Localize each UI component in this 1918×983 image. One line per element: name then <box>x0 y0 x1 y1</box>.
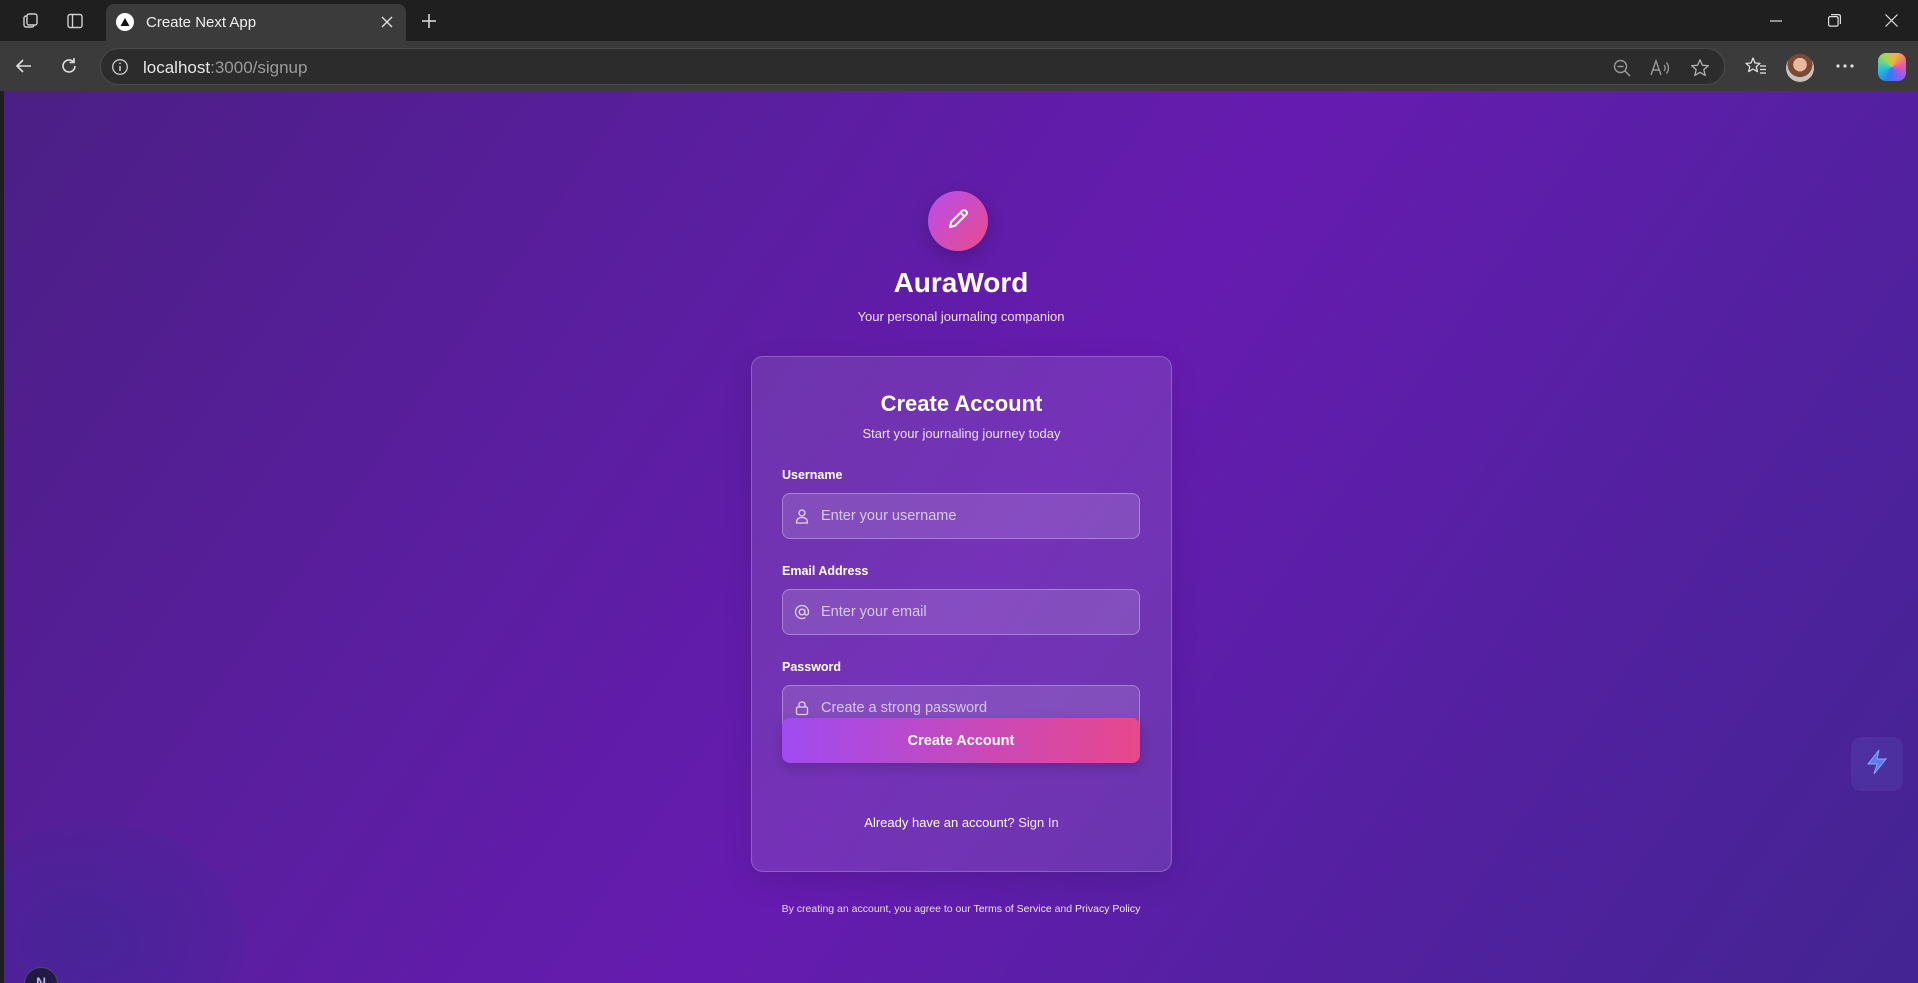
url-text: localhost:3000/signup <box>143 58 307 78</box>
signin-link[interactable]: Sign In <box>1018 815 1058 830</box>
nextjs-dev-badge[interactable]: N <box>24 967 58 983</box>
workspaces-icon[interactable] <box>16 6 46 36</box>
page-viewport: AuraWord Your personal journaling compan… <box>4 91 1918 983</box>
user-icon <box>794 508 810 524</box>
create-account-button[interactable]: Create Account <box>782 718 1140 763</box>
username-label: Username <box>782 468 843 482</box>
back-button[interactable] <box>8 50 40 82</box>
email-label: Email Address <box>782 564 869 578</box>
close-window-button[interactable] <box>1863 0 1918 41</box>
floating-extension-widget[interactable] <box>1851 737 1903 791</box>
username-field[interactable] <box>782 493 1140 539</box>
nextjs-favicon-icon <box>116 13 134 31</box>
favorite-star-icon[interactable] <box>1687 55 1713 81</box>
url-path: :3000/signup <box>210 58 308 77</box>
browser-tab-bar: Create Next App <box>0 0 1918 41</box>
site-info-icon[interactable] <box>111 58 129 76</box>
bolt-icon <box>1862 747 1892 782</box>
tab-create-next-app[interactable]: Create Next App <box>106 4 406 41</box>
signup-card: Create Account Start your journaling jou… <box>751 356 1172 872</box>
card-subtitle: Start your journaling journey today <box>862 426 1061 441</box>
card-title: Create Account <box>880 391 1043 416</box>
at-sign-icon <box>794 604 810 620</box>
favorites-icon[interactable] <box>1740 50 1772 82</box>
browser-toolbar: localhost:3000/signup <box>0 41 1918 91</box>
read-aloud-icon[interactable] <box>1647 55 1673 81</box>
address-bar[interactable]: localhost:3000/signup <box>100 48 1725 85</box>
new-tab-button[interactable] <box>414 6 444 36</box>
email-field[interactable] <box>782 589 1140 635</box>
restore-button[interactable] <box>1806 0 1862 41</box>
pencil-icon <box>944 205 972 238</box>
tab-close-icon[interactable] <box>376 11 398 33</box>
lock-icon <box>794 700 810 716</box>
vertical-tabs-icon[interactable] <box>60 6 90 36</box>
app-logo <box>928 191 988 251</box>
terms-prefix: By creating an account, you agree to our <box>781 903 971 915</box>
minimize-button[interactable] <box>1748 0 1804 41</box>
terms-and: and <box>1054 903 1073 915</box>
zoom-out-icon[interactable] <box>1609 55 1635 81</box>
tab-title: Create Next App <box>146 14 257 31</box>
privacy-link[interactable]: Privacy Policy <box>1075 903 1140 915</box>
password-label: Password <box>782 660 842 674</box>
more-options-icon[interactable] <box>1829 50 1861 82</box>
terms-note: By creating an account, you agree to our… <box>4 903 1918 915</box>
terms-link[interactable]: Terms of Service <box>973 903 1051 915</box>
email-input[interactable] <box>821 590 1131 634</box>
url-host: localhost <box>143 58 211 77</box>
signin-row: Already have an account? Sign In <box>752 815 1171 830</box>
app-name: AuraWord <box>893 267 1029 298</box>
profile-avatar[interactable] <box>1786 54 1814 82</box>
reload-button[interactable] <box>53 50 85 82</box>
app-tagline: Your personal journaling companion <box>857 309 1065 324</box>
signin-prompt: Already have an account? <box>864 815 1015 830</box>
username-input[interactable] <box>821 494 1131 538</box>
copilot-icon[interactable] <box>1878 53 1906 81</box>
